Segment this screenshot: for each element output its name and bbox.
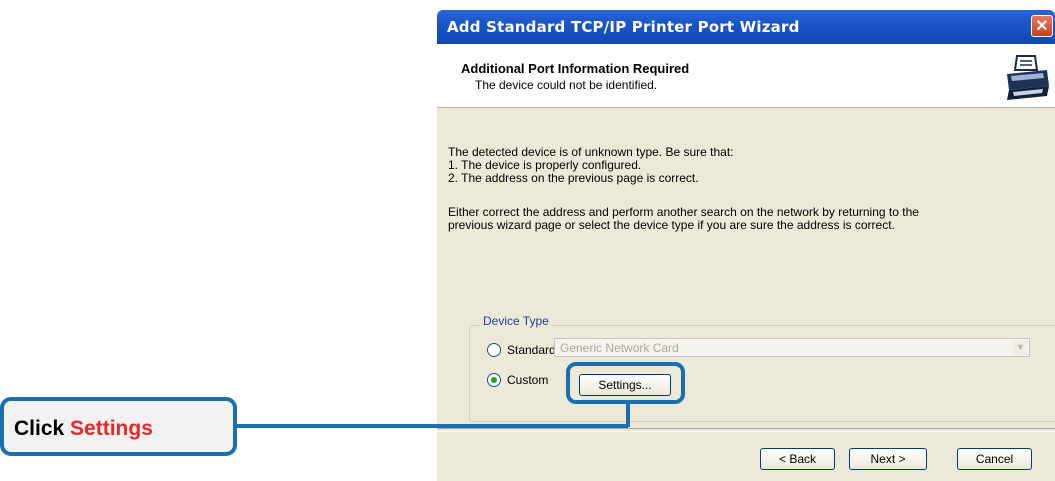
header-title: Additional Port Information Required (461, 61, 690, 76)
callout-text: Click Settings (14, 417, 153, 441)
callout-box: Click Settings (0, 397, 237, 456)
standard-radio[interactable] (487, 343, 501, 357)
standard-device-select-value: Generic Network Card (560, 341, 679, 355)
custom-radio-label[interactable]: Custom (507, 373, 548, 387)
message-line-5: previous wizard page or select the devic… (448, 218, 895, 232)
settings-highlight-ring (566, 362, 685, 404)
device-type-label: Device Type (480, 314, 552, 328)
wizard-window: Add Standard TCP/IP Printer Port Wizard … (437, 10, 1055, 481)
close-button[interactable]: ✕ (1031, 15, 1053, 37)
chevron-down-icon: ▼ (1013, 340, 1028, 355)
callout-accent: Settings (70, 417, 153, 440)
next-button[interactable]: Next > (849, 448, 927, 470)
back-button[interactable]: < Back (760, 448, 835, 470)
callout-prefix: Click (14, 417, 65, 440)
standard-radio-label[interactable]: Standard (507, 343, 556, 357)
message-line-3: 2. The address on the previous page is c… (448, 171, 699, 185)
standard-device-select: Generic Network Card ▼ (554, 338, 1030, 357)
radio-selected-dot (491, 377, 497, 383)
window-title: Add Standard TCP/IP Printer Port Wizard (447, 18, 800, 36)
wizard-header: Additional Port Information Required The… (437, 44, 1055, 108)
printer-icon (1007, 55, 1049, 100)
cancel-button[interactable]: Cancel (957, 448, 1032, 470)
footer-divider (437, 428, 1055, 432)
callout-connector (233, 424, 628, 428)
title-bar[interactable]: Add Standard TCP/IP Printer Port Wizard … (437, 10, 1055, 44)
header-subtitle: The device could not be identified. (475, 78, 658, 92)
custom-radio[interactable] (487, 373, 501, 387)
